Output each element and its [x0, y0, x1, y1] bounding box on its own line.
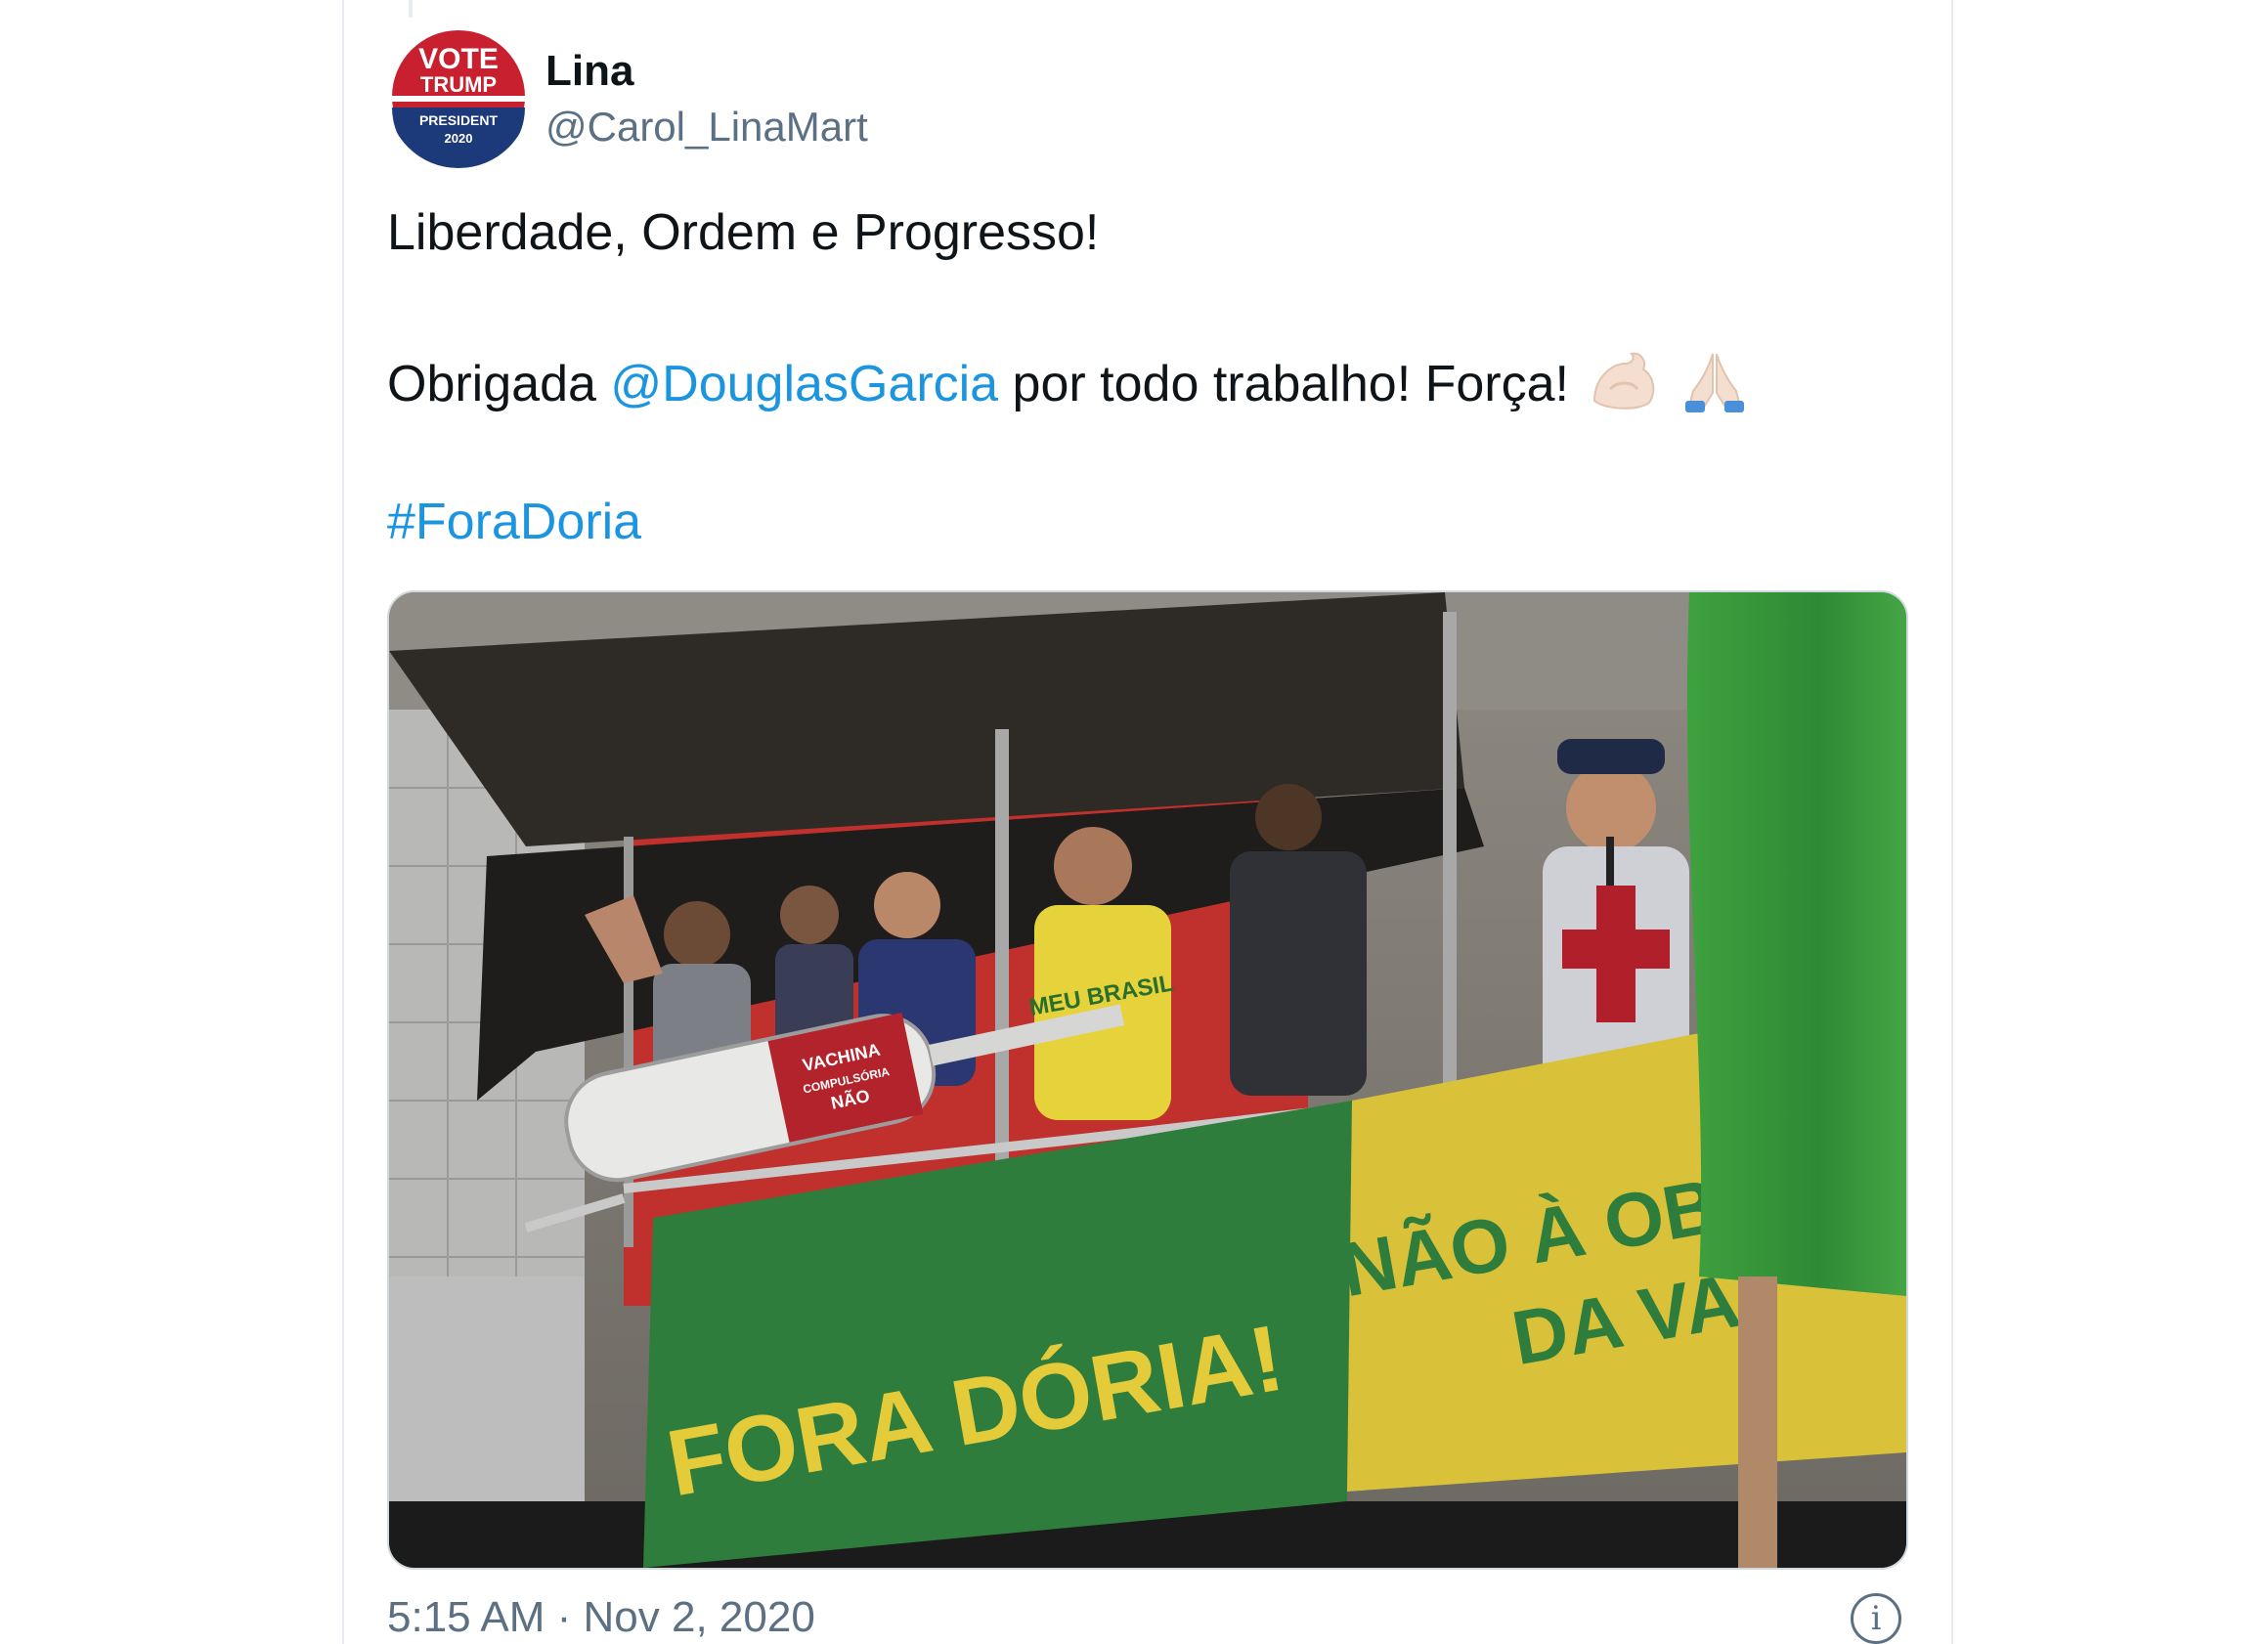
protest-photo: MEU BRASIL VACHINA COMPULSÓRIA NÃO FORA …: [389, 592, 1906, 1568]
badge-trump-text: TRUMP: [420, 72, 497, 97]
tweet-text-line1: Liberdade, Ordem e Progresso!: [387, 204, 1100, 261]
tweet-text-prefix: Obrigada: [387, 356, 611, 413]
badge-president-text: PRESIDENT: [419, 112, 499, 128]
info-icon[interactable]: i: [1851, 1593, 1901, 1644]
hashtag-link[interactable]: #ForaDoria: [387, 494, 641, 550]
mention-link[interactable]: @DouglasGarcia: [610, 356, 998, 412]
badge-vote-text: VOTE: [418, 43, 499, 75]
card-border-left: [342, 0, 344, 1644]
folded-hands-icon: [1679, 348, 1750, 427]
tweet-timestamp[interactable]: 5:15 AM · Nov 2, 2020: [387, 1593, 815, 1642]
tweet-text-suffix: por todo trabalho! Força!: [998, 356, 1569, 413]
author-handle[interactable]: @Carol_LinaMart: [545, 104, 868, 151]
avatar[interactable]: VOTE TRUMP PRESIDENT 2020: [387, 25, 530, 168]
tweet-text-line2: Obrigada @DouglasGarcia por todo trabalh…: [387, 348, 1750, 427]
vote-trump-badge-icon: VOTE TRUMP PRESIDENT 2020: [387, 25, 530, 168]
hashtag-line: #ForaDoria: [387, 493, 641, 551]
card-border-right: [1951, 0, 1953, 1644]
thread-line: [409, 0, 413, 18]
tweet-photo[interactable]: MEU BRASIL VACHINA COMPULSÓRIA NÃO FORA …: [387, 590, 1908, 1570]
author-name[interactable]: Lina: [545, 47, 633, 96]
flexed-biceps-icon: [1589, 350, 1659, 425]
badge-year-text: 2020: [445, 131, 473, 146]
